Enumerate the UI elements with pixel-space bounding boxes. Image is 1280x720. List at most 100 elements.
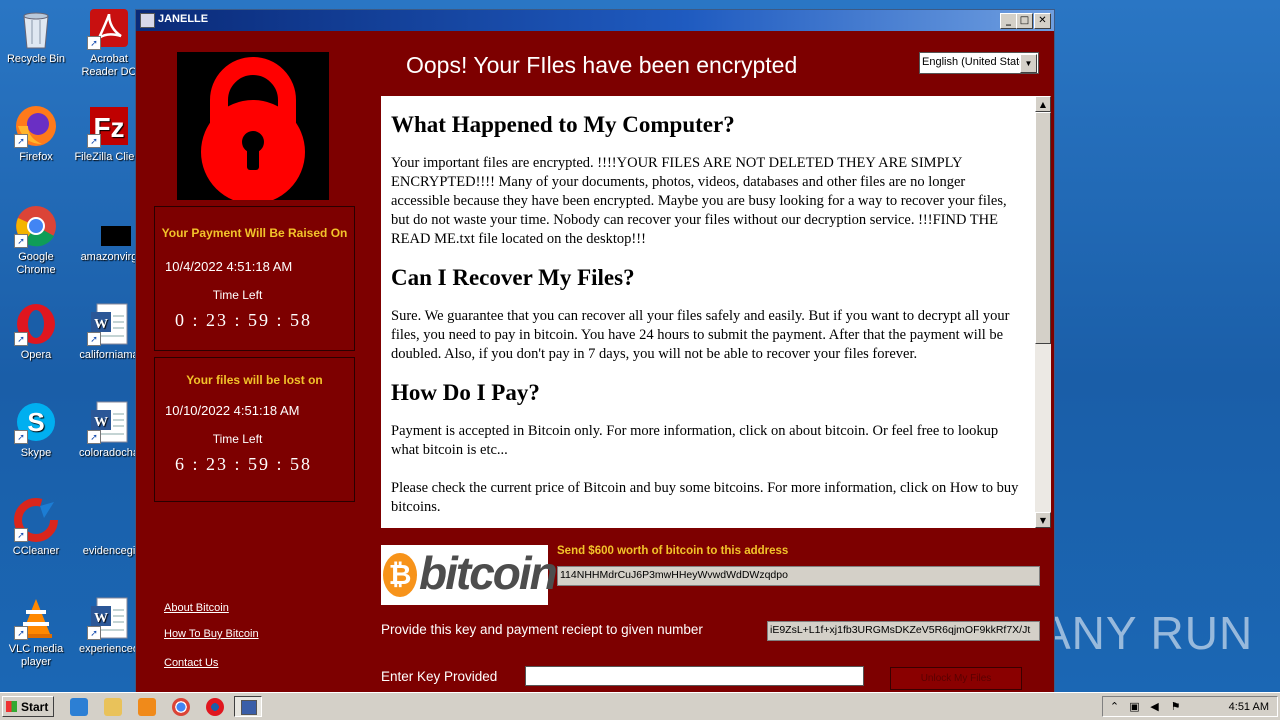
maximize-button[interactable]: □ — [1016, 13, 1033, 29]
section-heading: How Do I Pay? — [391, 380, 540, 405]
svg-text:W: W — [94, 611, 108, 626]
app-icon — [241, 700, 257, 715]
taskbar-clock[interactable]: 4:51 AM — [1229, 701, 1269, 713]
time-left-label: Time Left — [212, 432, 263, 446]
shortcut-arrow-icon: ➚ — [14, 134, 28, 148]
desktop-icon-label: Recycle Bin — [6, 53, 66, 65]
desktop-icon-amazonvirg[interactable]: amazonvirg — [74, 204, 145, 264]
desktop-icon-recycle-bin[interactable]: Recycle Bin — [1, 6, 71, 66]
padlock-image — [177, 52, 329, 204]
explorer-folder-icon[interactable] — [104, 698, 122, 716]
desktop-icon-label: amazonvirg — [80, 251, 138, 263]
info-scrollbar[interactable]: ▲ ▼ — [1035, 96, 1051, 528]
start-button[interactable]: Start — [2, 696, 54, 717]
window-titlebar[interactable]: JANELLE _ □ ✕ — [136, 10, 1054, 31]
enter-key-label: Enter Key Provided — [381, 669, 498, 684]
section-paragraph: Sure. We guarantee that you can recover … — [391, 308, 1010, 362]
shortcut-arrow-icon: ➚ — [87, 134, 101, 148]
desktop-icon-label: coloradocha — [79, 447, 139, 459]
bitcoin-coin-icon: ₿ — [383, 553, 417, 597]
desktop-icon-label: Firefox — [19, 151, 53, 163]
payment-raise-countdown: 0 : 23 : 59 : 58 — [175, 310, 313, 330]
desktop-icon-label: californiama — [79, 349, 139, 361]
desktop-icon-label: VLC media player — [8, 643, 64, 668]
taskbar-janelle-button[interactable] — [234, 696, 262, 717]
scroll-up-icon[interactable]: ▲ — [1035, 96, 1051, 112]
payment-raise-date: 10/4/2022 4:51:18 AM — [165, 259, 293, 274]
desktop-icon-label: Acrobat Reader DC — [81, 53, 137, 78]
desktop-icon-label: Google Chrome — [16, 251, 56, 276]
opera-taskbar-icon[interactable] — [206, 698, 224, 716]
chevron-down-icon[interactable]: ▼ — [1020, 54, 1037, 73]
desktop-icon-vlc[interactable]: ➚ VLC media player — [1, 596, 71, 669]
desktop-icon-skype[interactable]: S ➚ Skype — [1, 400, 71, 460]
start-label: Start — [21, 700, 49, 714]
desktop-icon-label: CCleaner — [12, 545, 60, 557]
scroll-down-icon[interactable]: ▼ — [1035, 512, 1051, 528]
chrome-taskbar-icon[interactable] — [172, 698, 190, 716]
shortcut-arrow-icon: ➚ — [14, 528, 28, 542]
ie-icon[interactable] — [70, 698, 88, 716]
desktop-icon-label: experienceo — [79, 643, 139, 655]
send-amount-label: Send $600 worth of bitcoin to this addre… — [557, 545, 789, 557]
btc-address-field[interactable]: 114NHHMdrCuJ6P3mwHHeyWvwdWdDWzqdpo — [557, 566, 1040, 586]
enter-key-input[interactable] — [525, 666, 864, 686]
ccleaner-icon: ➚ — [14, 498, 58, 542]
key-field[interactable]: iE9ZsL+L1f+xj1fb3URGMsDKZeV5R6qjmOF9kkRf… — [767, 621, 1040, 641]
desktop-icon-californiama[interactable]: W ➚ californiama — [74, 302, 144, 362]
desktop-icon-opera[interactable]: ➚ Opera — [1, 302, 71, 362]
action-center-flag-icon[interactable]: ⚑ — [1169, 700, 1182, 713]
info-panel[interactable]: What Happened to My Computer? Your impor… — [381, 96, 1035, 528]
shortcut-arrow-icon: ➚ — [87, 36, 101, 50]
windows-logo-icon — [6, 701, 17, 712]
shortcut-arrow-icon: ➚ — [87, 332, 101, 346]
desktop-icon-coloradocha[interactable]: W ➚ coloradocha — [74, 400, 144, 460]
shortcut-arrow-icon: ➚ — [87, 626, 101, 640]
desktop-icon-ccleaner[interactable]: ➚ CCleaner — [1, 498, 71, 558]
blank-file-icon — [87, 498, 131, 542]
scroll-thumb[interactable] — [1035, 112, 1051, 344]
firefox-icon: ➚ — [14, 104, 58, 148]
desktop-icon-label: Opera — [20, 349, 52, 361]
desktop-icon-label: FileZilla Client — [74, 151, 144, 163]
svg-text:W: W — [94, 415, 108, 430]
language-select[interactable]: English (United States) ▼ — [919, 52, 1039, 74]
watermark: ANY RUN — [1040, 606, 1253, 660]
desktop-icon-evidencegi[interactable]: evidencegi — [74, 498, 144, 558]
desktop-icon-acrobat[interactable]: ➚ Acrobat Reader DC — [74, 6, 144, 79]
how-to-buy-bitcoin-link[interactable]: How To Buy Bitcoin — [164, 628, 259, 640]
about-bitcoin-link[interactable]: About Bitcoin — [164, 602, 229, 614]
opera-icon: ➚ — [14, 302, 58, 346]
volume-icon[interactable]: ◀ — [1148, 700, 1161, 713]
section-paragraph: Please check the current price of Bitcoi… — [391, 480, 1019, 515]
desktop-icon-firefox[interactable]: ➚ Firefox — [1, 104, 71, 164]
desktop-icon-filezilla[interactable]: Fz ➚ FileZilla Client — [74, 104, 144, 164]
shortcut-arrow-icon: ➚ — [14, 234, 28, 248]
svg-text:S: S — [27, 407, 44, 437]
taskbar: Start ⌃ ▣ ◀ ⚑ 4:51 AM — [0, 692, 1280, 720]
ransom-window: JANELLE _ □ ✕ Your Payment Will Be Raise… — [135, 9, 1055, 694]
shortcut-arrow-icon: ➚ — [87, 430, 101, 444]
system-tray: ⌃ ▣ ◀ ⚑ 4:51 AM — [1102, 696, 1278, 717]
unlock-files-button[interactable]: Unlock My Files — [890, 667, 1022, 690]
media-player-icon[interactable] — [138, 698, 156, 716]
contact-us-link[interactable]: Contact Us — [164, 657, 218, 669]
shortcut-arrow-icon: ➚ — [14, 430, 28, 444]
section-paragraph: Payment is accepted in Bitcoin only. For… — [391, 423, 999, 458]
shortcut-arrow-icon: ➚ — [14, 626, 28, 640]
word-doc-icon: W ➚ — [87, 400, 131, 444]
close-button[interactable]: ✕ — [1034, 13, 1051, 29]
svg-text:W: W — [94, 317, 108, 332]
shortcut-arrow-icon: ➚ — [14, 332, 28, 346]
ransom-heading: Oops! Your FIles have been encrypted — [406, 52, 798, 78]
tray-expand-icon[interactable]: ⌃ — [1108, 700, 1121, 713]
minimize-button[interactable]: _ — [1000, 13, 1017, 29]
desktop-icon-chrome[interactable]: ➚ Google Chrome — [1, 204, 71, 277]
network-icon[interactable]: ▣ — [1128, 700, 1141, 713]
watermark-text: ANY RUN — [1040, 607, 1254, 659]
section-paragraph: Your important files are encrypted. !!!!… — [391, 155, 1007, 247]
section-heading: Can I Recover My Files? — [391, 265, 635, 290]
desktop-icon-experienceo[interactable]: W ➚ experienceo — [74, 596, 144, 656]
window-title: JANELLE — [158, 13, 209, 25]
word-doc-icon: W ➚ — [87, 596, 131, 640]
